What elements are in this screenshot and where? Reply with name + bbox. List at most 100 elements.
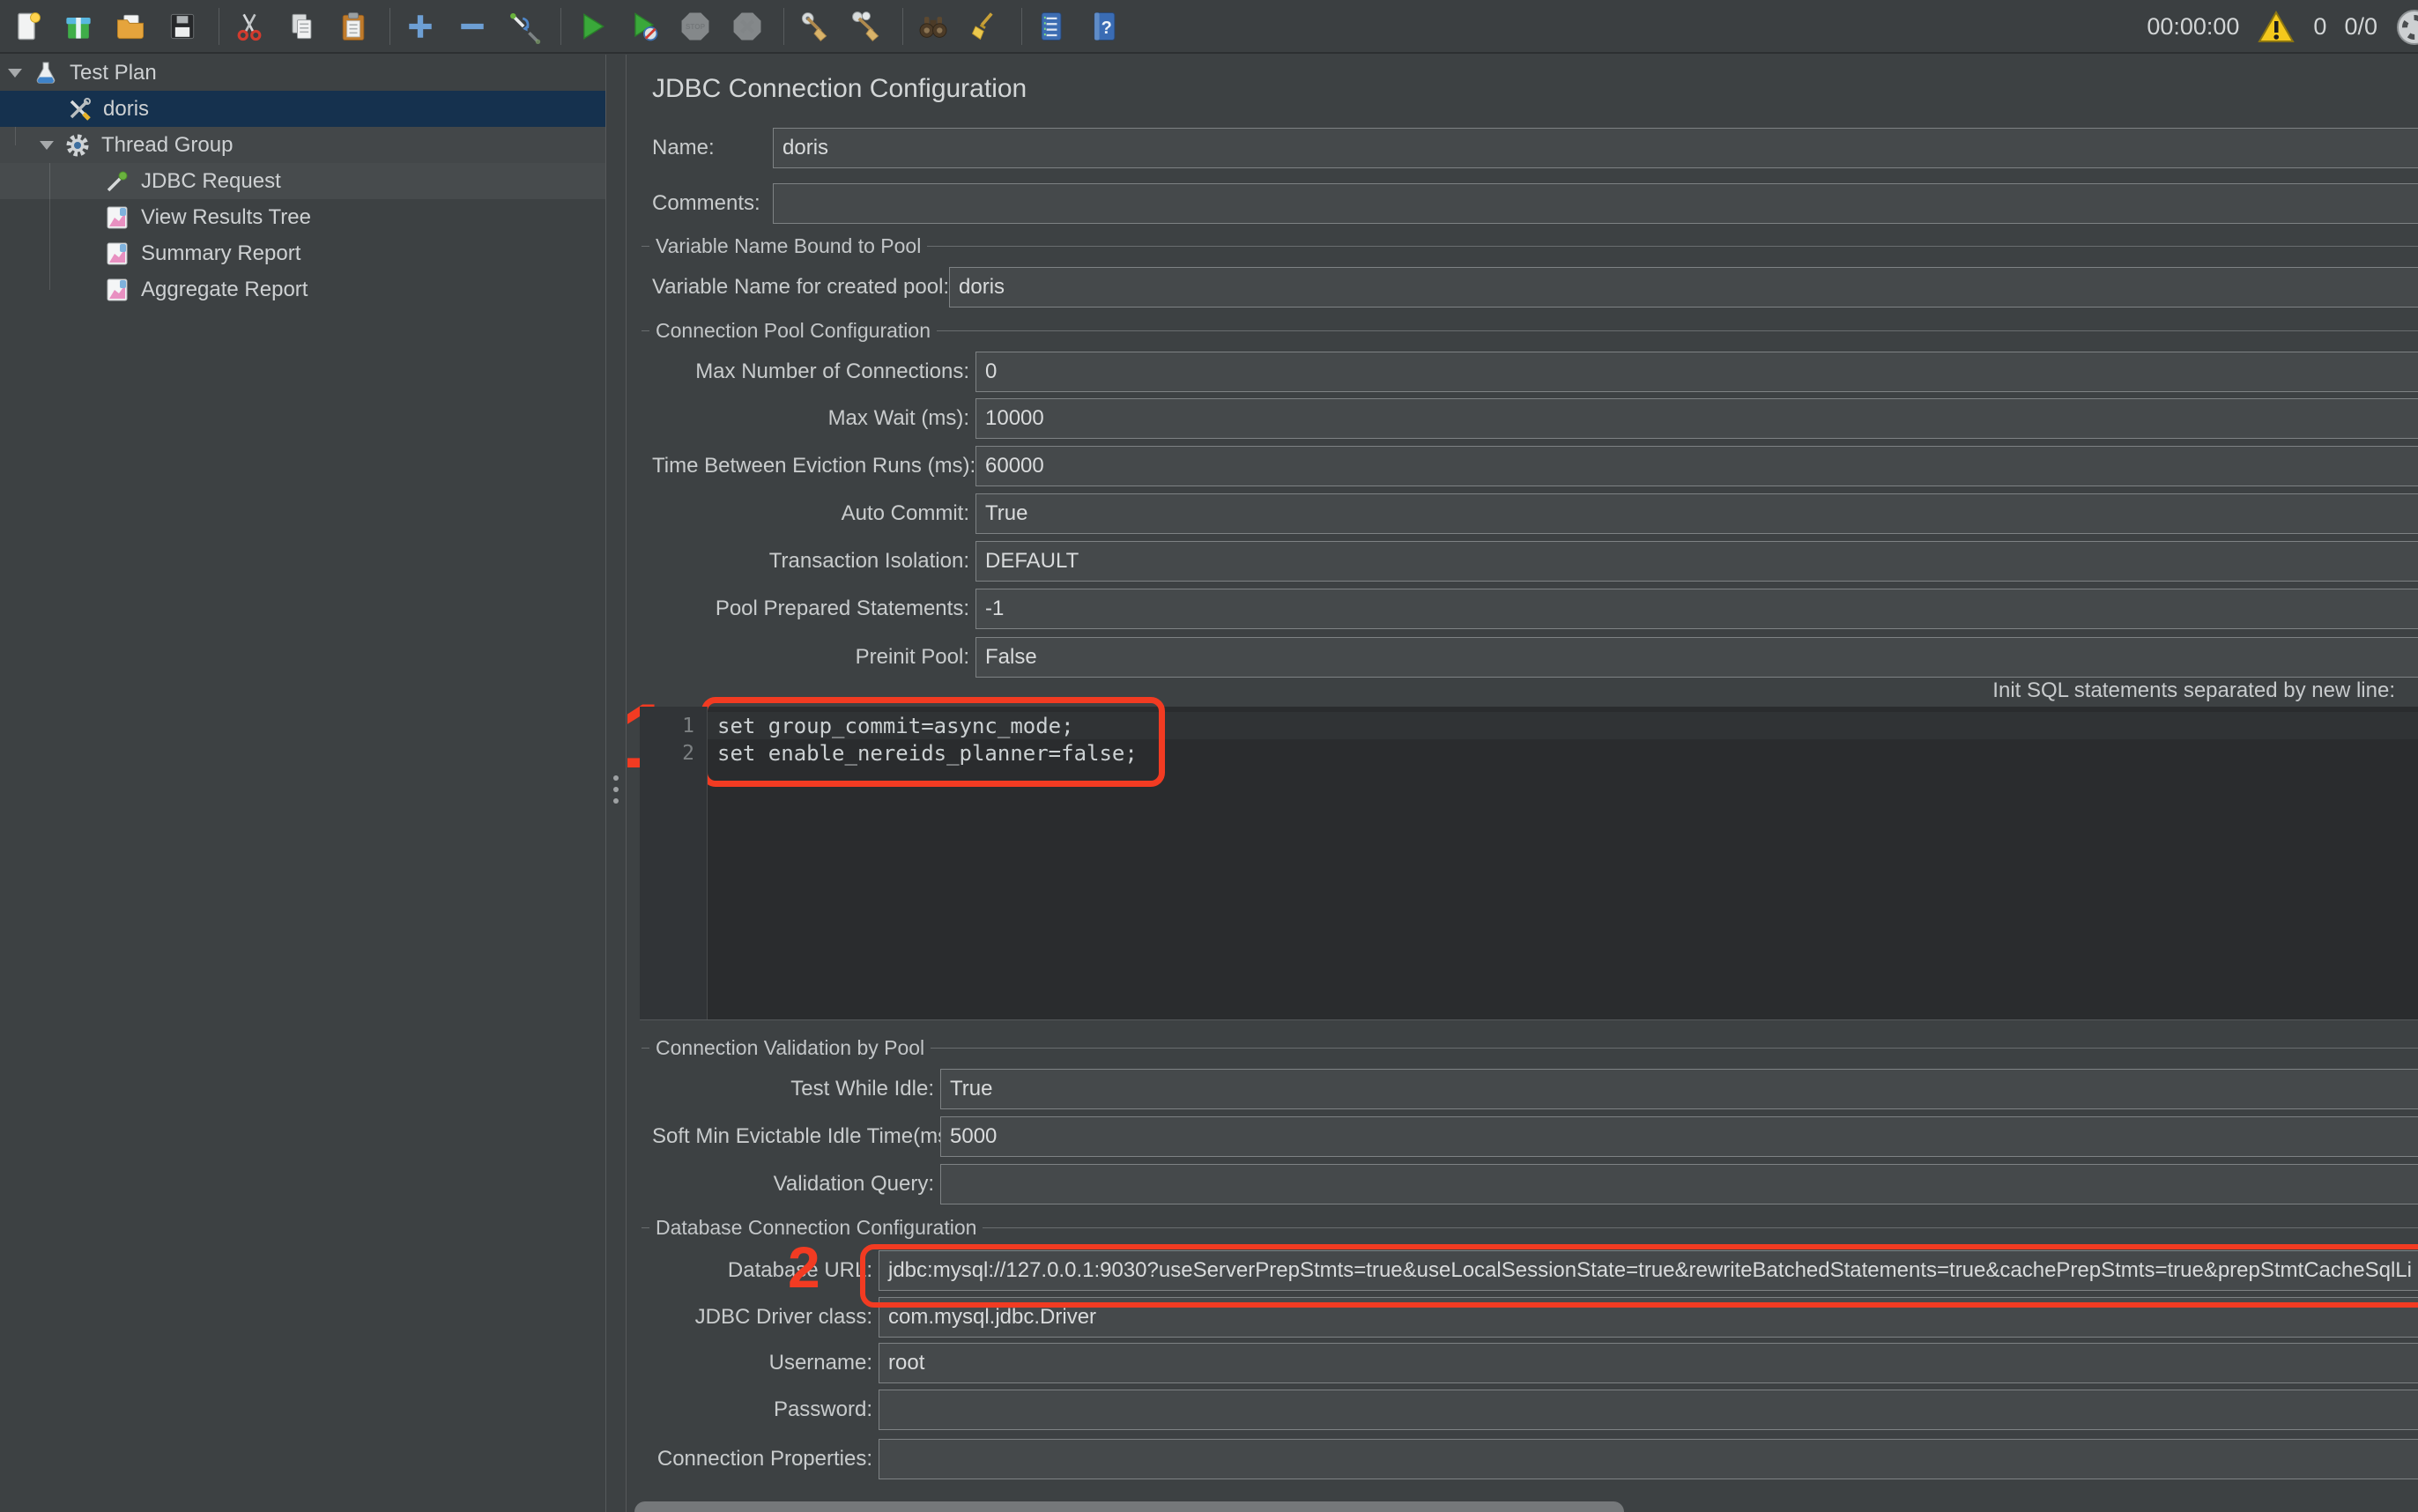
auto-commit-field[interactable]: True (975, 493, 2418, 534)
new-file-icon[interactable] (7, 7, 46, 46)
test-while-idle-row: Test While Idle: True (652, 1069, 2418, 1109)
tree-item-label: Summary Report (141, 241, 301, 265)
max-wait-row: Max Wait (ms): 10000 (652, 398, 2418, 439)
max-connections-field[interactable]: 0 (975, 352, 2418, 392)
sql-code: set group_commit=async_mode; (717, 713, 1074, 738)
start-icon[interactable] (572, 7, 611, 46)
tree-item-doris[interactable]: doris (0, 91, 605, 127)
copy-icon[interactable] (282, 7, 321, 46)
active-threads: 0/0 (2344, 13, 2377, 40)
name-label: Name: (652, 136, 715, 159)
chevron-down-icon[interactable] (40, 140, 54, 150)
warning-icon[interactable] (2257, 8, 2296, 47)
tree-item-label: Thread Group (101, 132, 234, 157)
paste-icon[interactable] (334, 7, 373, 46)
pool-variable-row: Variable Name for created pool: doris (652, 267, 2418, 308)
transaction-isolation-field[interactable]: DEFAULT (975, 541, 2418, 582)
line-number: 2 (682, 741, 694, 765)
init-sql-editor[interactable]: 1 set group_commit=async_mode; 2 set ena… (640, 707, 2418, 1020)
toolbar-separator (783, 7, 784, 45)
tree-item-test-plan[interactable]: Test Plan (0, 55, 605, 91)
pool-variable-field[interactable]: doris (949, 267, 2418, 308)
open-icon[interactable] (111, 7, 150, 46)
toggle-icon[interactable] (505, 7, 544, 46)
listener-chart-icon (104, 204, 130, 231)
connection-properties-row: Connection Properties: (652, 1439, 2418, 1479)
username-row: Username: root (652, 1343, 2418, 1383)
connection-properties-field[interactable] (879, 1439, 2418, 1479)
transaction-isolation-row: Transaction Isolation: DEFAULT (652, 541, 2418, 582)
shutdown-icon[interactable] (728, 7, 767, 46)
eviction-runs-field[interactable]: 60000 (975, 446, 2418, 486)
start-no-timers-icon[interactable] (624, 7, 663, 46)
username-field[interactable]: root (879, 1343, 2418, 1383)
init-sql-label: Init SQL statements separated by new lin… (1992, 678, 2395, 702)
max-wait-field[interactable]: 10000 (975, 398, 2418, 439)
eviction-runs-row: Time Between Eviction Runs (ms): 60000 (652, 446, 2418, 486)
auto-commit-row: Auto Commit: True (652, 493, 2418, 534)
panel-splitter[interactable] (605, 55, 627, 1512)
validation-query-field[interactable] (940, 1164, 2418, 1204)
elapsed-time: 00:00:00 (2147, 13, 2240, 40)
name-field[interactable]: doris (773, 128, 2418, 168)
reset-search-icon[interactable] (966, 7, 1005, 46)
collapse-all-icon[interactable] (453, 7, 492, 46)
comments-row: Comments: (652, 183, 2418, 224)
preinit-pool-row: Preinit Pool: False (652, 637, 2418, 678)
toolbar-separator (560, 7, 561, 45)
chevron-down-icon[interactable] (8, 68, 22, 78)
splitter-grip-icon[interactable] (613, 775, 619, 804)
stop-icon[interactable]: STOP (676, 7, 715, 46)
connection-status-icon (2395, 8, 2418, 47)
line-number: 1 (682, 714, 694, 737)
comments-field[interactable] (773, 183, 2418, 224)
group-title-connection-validation-by-pool: Connection Validation by Pool (642, 1034, 2418, 1061)
database-url-field[interactable]: jdbc:mysql://127.0.0.1:9030?useServerPre… (879, 1250, 2418, 1291)
clear-all-icon[interactable] (847, 7, 886, 46)
editor-line[interactable]: 2 set enable_nereids_planner=false; (640, 739, 2418, 767)
config-tools-icon (66, 96, 93, 122)
page-title: JDBC Connection Configuration (652, 74, 1027, 103)
soft-min-evictable-row: Soft Min Evictable Idle Time(ms): 5000 (652, 1116, 2418, 1157)
test-while-idle-field[interactable]: True (940, 1069, 2418, 1109)
tree-item-view-results-tree[interactable]: View Results Tree (0, 199, 605, 235)
tree-item-label: JDBC Request (141, 168, 281, 193)
tree-item-label: View Results Tree (141, 204, 311, 229)
toolbar: STOP ? 00:00:00 0 0/0 (0, 0, 2418, 54)
tree-item-jdbc-request[interactable]: JDBC Request (0, 163, 605, 199)
tree-item-summary-report[interactable]: Summary Report (0, 235, 605, 271)
tree-item-thread-group[interactable]: Thread Group (0, 127, 605, 163)
editor-line[interactable]: 1 set group_commit=async_mode; (640, 712, 2418, 739)
test-plan-tree: Test Plan doris Thread Group JDBC Reques… (0, 55, 605, 1512)
name-row: Name: doris (652, 128, 2418, 168)
database-url-row: Database URL: jdbc:mysql://127.0.0.1:903… (652, 1250, 2418, 1291)
pool-prepared-statements-field[interactable]: -1 (975, 589, 2418, 629)
preinit-pool-field[interactable]: False (975, 637, 2418, 678)
search-icon[interactable] (914, 7, 953, 46)
group-title-connection-pool-configuration: Connection Pool Configuration (642, 317, 2418, 344)
jdbc-driver-class-row: JDBC Driver class: com.mysql.jdbc.Driver (652, 1297, 2418, 1338)
password-row: Password: (652, 1390, 2418, 1430)
error-count: 0 (2313, 13, 2327, 40)
status-bar: 00:00:00 0 0/0 (2147, 0, 2418, 54)
pool-prepared-statements-row: Pool Prepared Statements: -1 (652, 589, 2418, 629)
function-helper-icon[interactable] (1033, 7, 1072, 46)
jdbc-driver-class-field[interactable]: com.mysql.jdbc.Driver (879, 1297, 2418, 1338)
password-field[interactable] (879, 1390, 2418, 1430)
templates-icon[interactable] (59, 7, 98, 46)
clear-icon[interactable] (795, 7, 834, 46)
group-title-database-connection-configuration: Database Connection Configuration (642, 1214, 2418, 1241)
tree-item-aggregate-report[interactable]: Aggregate Report (0, 271, 605, 308)
expand-all-icon[interactable] (401, 7, 440, 46)
help-icon[interactable]: ? (1085, 7, 1124, 46)
cut-icon[interactable] (230, 7, 269, 46)
validation-query-row: Validation Query: (652, 1164, 2418, 1204)
horizontal-scrollbar[interactable] (634, 1501, 1624, 1512)
sql-code: set enable_nereids_planner=false; (717, 740, 1138, 766)
group-title-variable-name-bound-to-pool: Variable Name Bound to Pool (642, 233, 2418, 259)
tree-item-label: Test Plan (70, 60, 157, 85)
save-icon[interactable] (163, 7, 202, 46)
sampler-dropper-icon (104, 168, 130, 195)
soft-min-evictable-field[interactable]: 5000 (940, 1116, 2418, 1157)
toolbar-separator (902, 7, 903, 45)
